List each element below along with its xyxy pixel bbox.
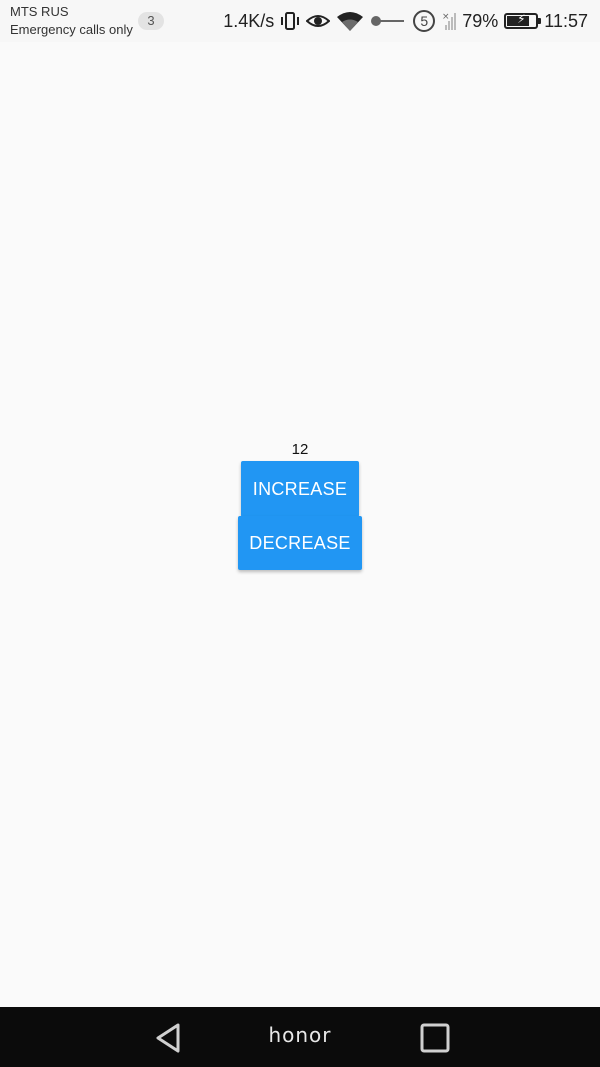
notification-count-badge: 3 (138, 12, 164, 30)
clock: 11:57 (544, 10, 588, 31)
signal-icon: × (442, 11, 457, 31)
back-icon[interactable] (152, 1021, 186, 1055)
increase-button[interactable]: INCREASE (241, 461, 359, 517)
vibrate-icon (280, 11, 300, 31)
battery-icon: ⚡ (504, 12, 542, 29)
battery-percent: 79% (462, 10, 499, 31)
wifi-icon (336, 10, 364, 32)
decrease-button[interactable]: DECREASE (238, 516, 362, 570)
charging-bolt-icon: ⚡ (517, 12, 526, 26)
sim-icon: 5 (412, 9, 436, 33)
data-toggle-icon (370, 14, 406, 28)
app-screen: MTS RUS Emergency calls only 3 1.4K/s 5 … (0, 0, 600, 1067)
carrier-status: Emergency calls only (10, 22, 133, 37)
network-speed: 1.4K/s (223, 10, 275, 31)
carrier-name: MTS RUS (10, 4, 69, 19)
navigation-bar: honor (0, 1007, 600, 1067)
brand-logo: honor (268, 1023, 332, 1047)
eye-icon (306, 12, 331, 30)
counter-value: 12 (291, 441, 309, 458)
carrier-info: MTS RUS Emergency calls only (10, 4, 133, 38)
svg-text:×: × (442, 12, 450, 22)
status-icons: 1.4K/s 5 × 79% ⚡ 11:57 (223, 8, 588, 34)
sim-slot-number: 5 (420, 13, 429, 29)
recents-icon[interactable] (419, 1022, 451, 1054)
status-bar: MTS RUS Emergency calls only 3 1.4K/s 5 … (0, 0, 600, 42)
